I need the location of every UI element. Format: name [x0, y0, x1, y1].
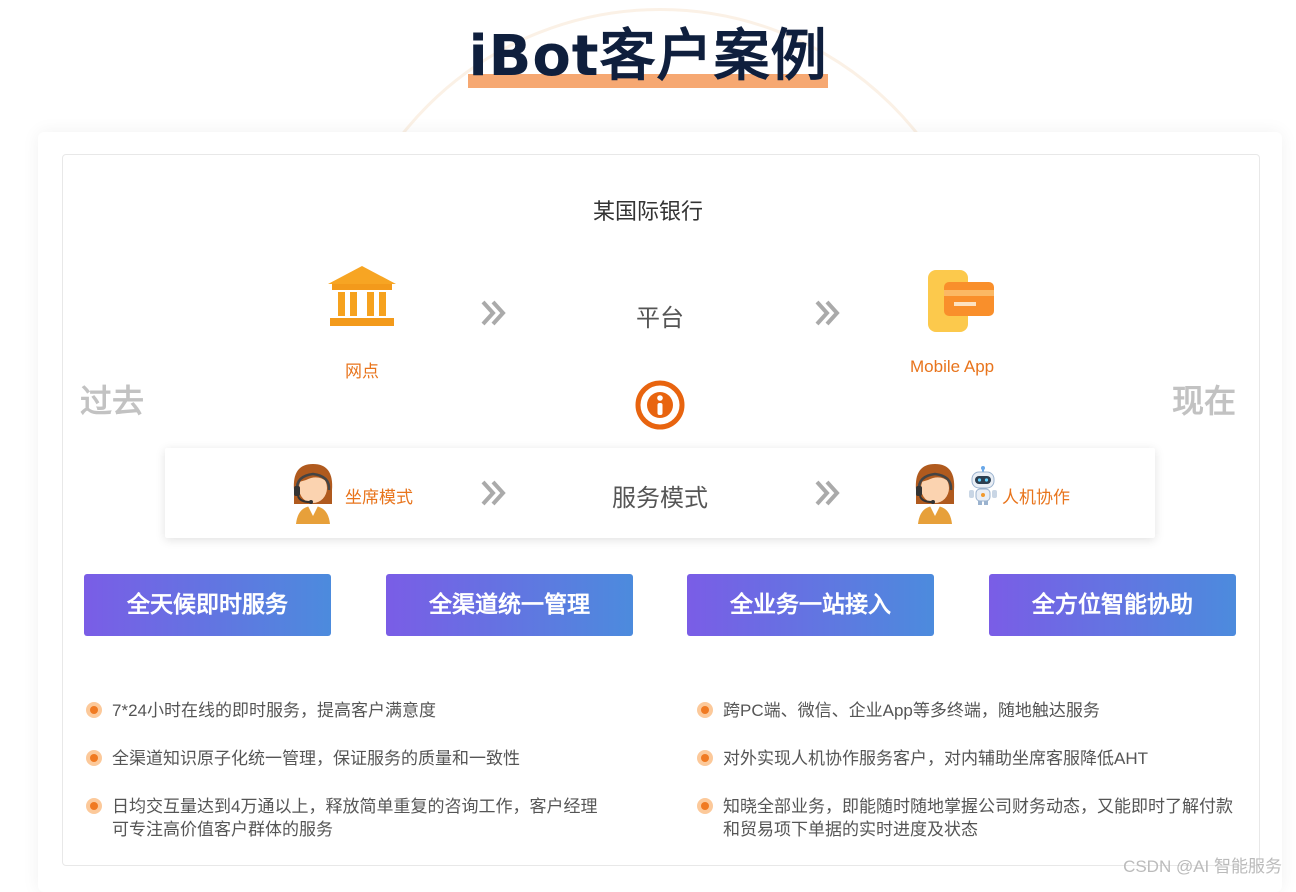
- bullet-dot: [86, 750, 102, 766]
- double-chevron-right-icon: [815, 300, 840, 326]
- human-machine-label: 人机协作: [1002, 488, 1070, 507]
- agent-avatar-icon: [293, 464, 333, 524]
- feature-item: 7*24小时在线的即时服务，提高客户满意度: [112, 701, 436, 720]
- branch-label: 网点: [345, 362, 379, 381]
- watermark: CSDN @AI 智能服务: [1123, 857, 1282, 876]
- double-chevron-right-icon: [481, 300, 506, 326]
- agent-avatar-icon: [915, 464, 955, 524]
- mobile-app-card-icon: [928, 270, 994, 332]
- page-title: iBot客户案例: [468, 22, 828, 92]
- feature-item: 跨PC端、微信、企业App等多终端，随地触达服务: [723, 701, 1100, 720]
- bullet-dot: [697, 750, 713, 766]
- double-chevron-right-icon: [815, 480, 840, 506]
- feature-item: 日均交互量达到4万通以上，释放简单重复的咨询工作，客户经理可专注高价值客户群体的…: [112, 797, 598, 839]
- pill-smart-assist[interactable]: 全方位智能协助: [989, 574, 1236, 636]
- feature-item: 知晓全部业务，即能随时随地掌握公司财务动态，又能即时了解付款和贸易项下单据的实时…: [723, 797, 1233, 839]
- bullet-dot: [86, 702, 102, 718]
- now-label: 现在: [1172, 383, 1237, 419]
- robot-icon: [969, 466, 997, 505]
- feature-item: 对外实现人机协作服务客户，对内辅助坐席客服降低AHT: [723, 749, 1148, 768]
- pill-always-on-service[interactable]: 全天候即时服务: [84, 574, 331, 636]
- bullet-dot: [697, 702, 713, 718]
- page-title-text: iBot客户案例: [468, 24, 828, 89]
- mobile-app-label: Mobile App: [910, 357, 995, 376]
- bullet-dot: [697, 798, 713, 814]
- agent-mode-label: 坐席模式: [345, 488, 413, 507]
- platform-label: 平台: [636, 305, 684, 332]
- feature-item: 全渠道知识原子化统一管理，保证服务的质量和一致性: [112, 749, 520, 768]
- bank-building-icon: [328, 266, 396, 326]
- ibot-logo-icon: [635, 380, 685, 430]
- double-chevron-right-icon: [481, 480, 506, 506]
- past-label: 过去: [80, 383, 145, 419]
- service-mode-label: 服务模式: [612, 485, 708, 512]
- page-header: iBot客户案例: [0, 22, 1296, 92]
- bullet-dot: [86, 798, 102, 814]
- pill-one-stop-access[interactable]: 全业务一站接入: [687, 574, 934, 636]
- pill-omnichannel-management[interactable]: 全渠道统一管理: [386, 574, 633, 636]
- bank-name: 某国际银行: [592, 199, 703, 224]
